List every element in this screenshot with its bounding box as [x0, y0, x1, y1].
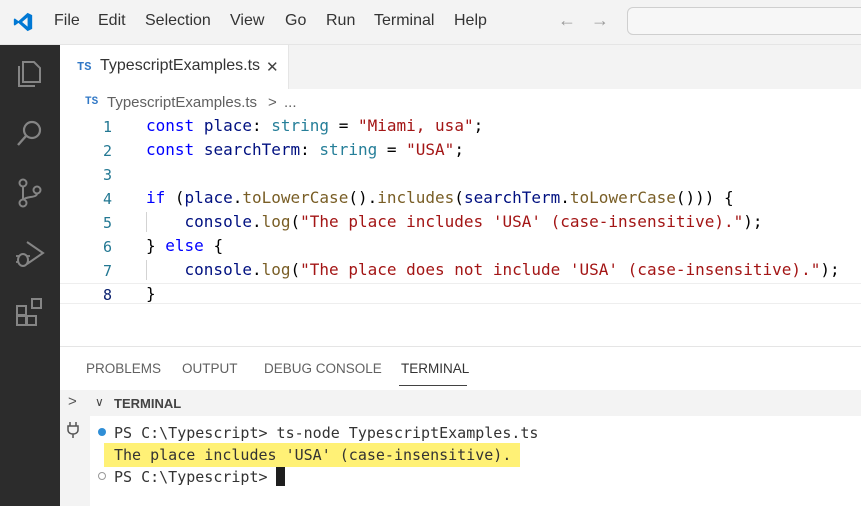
menu-selection[interactable]: Selection — [145, 12, 211, 30]
code-line: console.log("The place does not include … — [184, 260, 840, 279]
line-number-active: 8 — [102, 286, 112, 304]
plug-icon[interactable] — [66, 421, 80, 439]
menu-terminal[interactable]: Terminal — [374, 12, 434, 30]
code-line: if (place.toLowerCase().includes(searchT… — [146, 188, 734, 207]
menu-file[interactable]: File — [54, 12, 80, 30]
code-line: const place: string = "Miami, usa"; — [146, 116, 484, 135]
menu-help[interactable]: Help — [454, 12, 487, 30]
terminal-cursor — [276, 467, 285, 486]
breadcrumb-more[interactable]: ... — [284, 94, 297, 111]
menu-view[interactable]: View — [230, 12, 264, 30]
source-control-icon[interactable] — [13, 176, 47, 210]
current-line-highlight — [60, 283, 861, 304]
search-icon[interactable] — [13, 116, 47, 150]
extensions-icon[interactable] — [13, 296, 47, 330]
terminal-output-line: The place includes 'USA' (case-insensiti… — [114, 446, 512, 464]
line-number: 2 — [102, 142, 112, 160]
tab-output[interactable]: OUTPUT — [182, 361, 238, 376]
menu-go[interactable]: Go — [285, 12, 306, 30]
terminal-section-title: TERMINAL — [114, 396, 182, 411]
code-line: } — [146, 284, 156, 303]
typescript-file-icon: TS — [85, 96, 99, 108]
active-tab-indicator — [399, 385, 467, 386]
run-debug-icon[interactable] — [13, 236, 47, 270]
line-number: 6 — [102, 238, 112, 256]
vscode-logo-icon — [13, 12, 33, 32]
terminal-prompt[interactable]: PS C:\Typescript> — [114, 468, 277, 486]
chevron-right-icon[interactable]: > — [68, 393, 77, 410]
line-number: 5 — [102, 214, 112, 232]
breadcrumb-file[interactable]: TypescriptExamples.ts — [107, 94, 257, 111]
menu-run[interactable]: Run — [326, 12, 355, 30]
menu-edit[interactable]: Edit — [98, 12, 126, 30]
tab-terminal[interactable]: TERMINAL — [401, 361, 469, 376]
line-number: 1 — [102, 118, 112, 136]
terminal-command-line: PS C:\Typescript> ts-node TypescriptExam… — [114, 424, 539, 442]
forward-arrow-icon[interactable]: → — [591, 10, 609, 31]
tab-debug-console[interactable]: DEBUG CONSOLE — [264, 361, 382, 376]
code-line: console.log("The place includes 'USA' (c… — [184, 212, 763, 231]
tab-problems[interactable]: PROBLEMS — [86, 361, 161, 376]
code-line: } else { — [146, 236, 224, 255]
terminal-section-header[interactable] — [90, 390, 861, 416]
line-number: 4 — [102, 190, 112, 208]
line-number: 7 — [102, 262, 112, 280]
command-success-dot — [98, 428, 106, 436]
close-icon[interactable]: ✕ — [266, 58, 279, 76]
explorer-icon[interactable] — [13, 56, 47, 90]
activity-bar — [0, 45, 60, 506]
tab-label[interactable]: TypescriptExamples.ts — [100, 57, 260, 75]
back-arrow-icon[interactable]: ← — [558, 10, 576, 31]
chevron-down-icon[interactable]: ∨ — [95, 395, 104, 409]
code-line: const searchTerm: string = "USA"; — [146, 140, 464, 159]
command-pending-dot — [98, 472, 106, 480]
breadcrumb-separator: > — [268, 94, 277, 111]
typescript-file-icon: TS — [77, 60, 92, 74]
command-center-search[interactable] — [627, 7, 861, 35]
line-number: 3 — [102, 166, 112, 184]
